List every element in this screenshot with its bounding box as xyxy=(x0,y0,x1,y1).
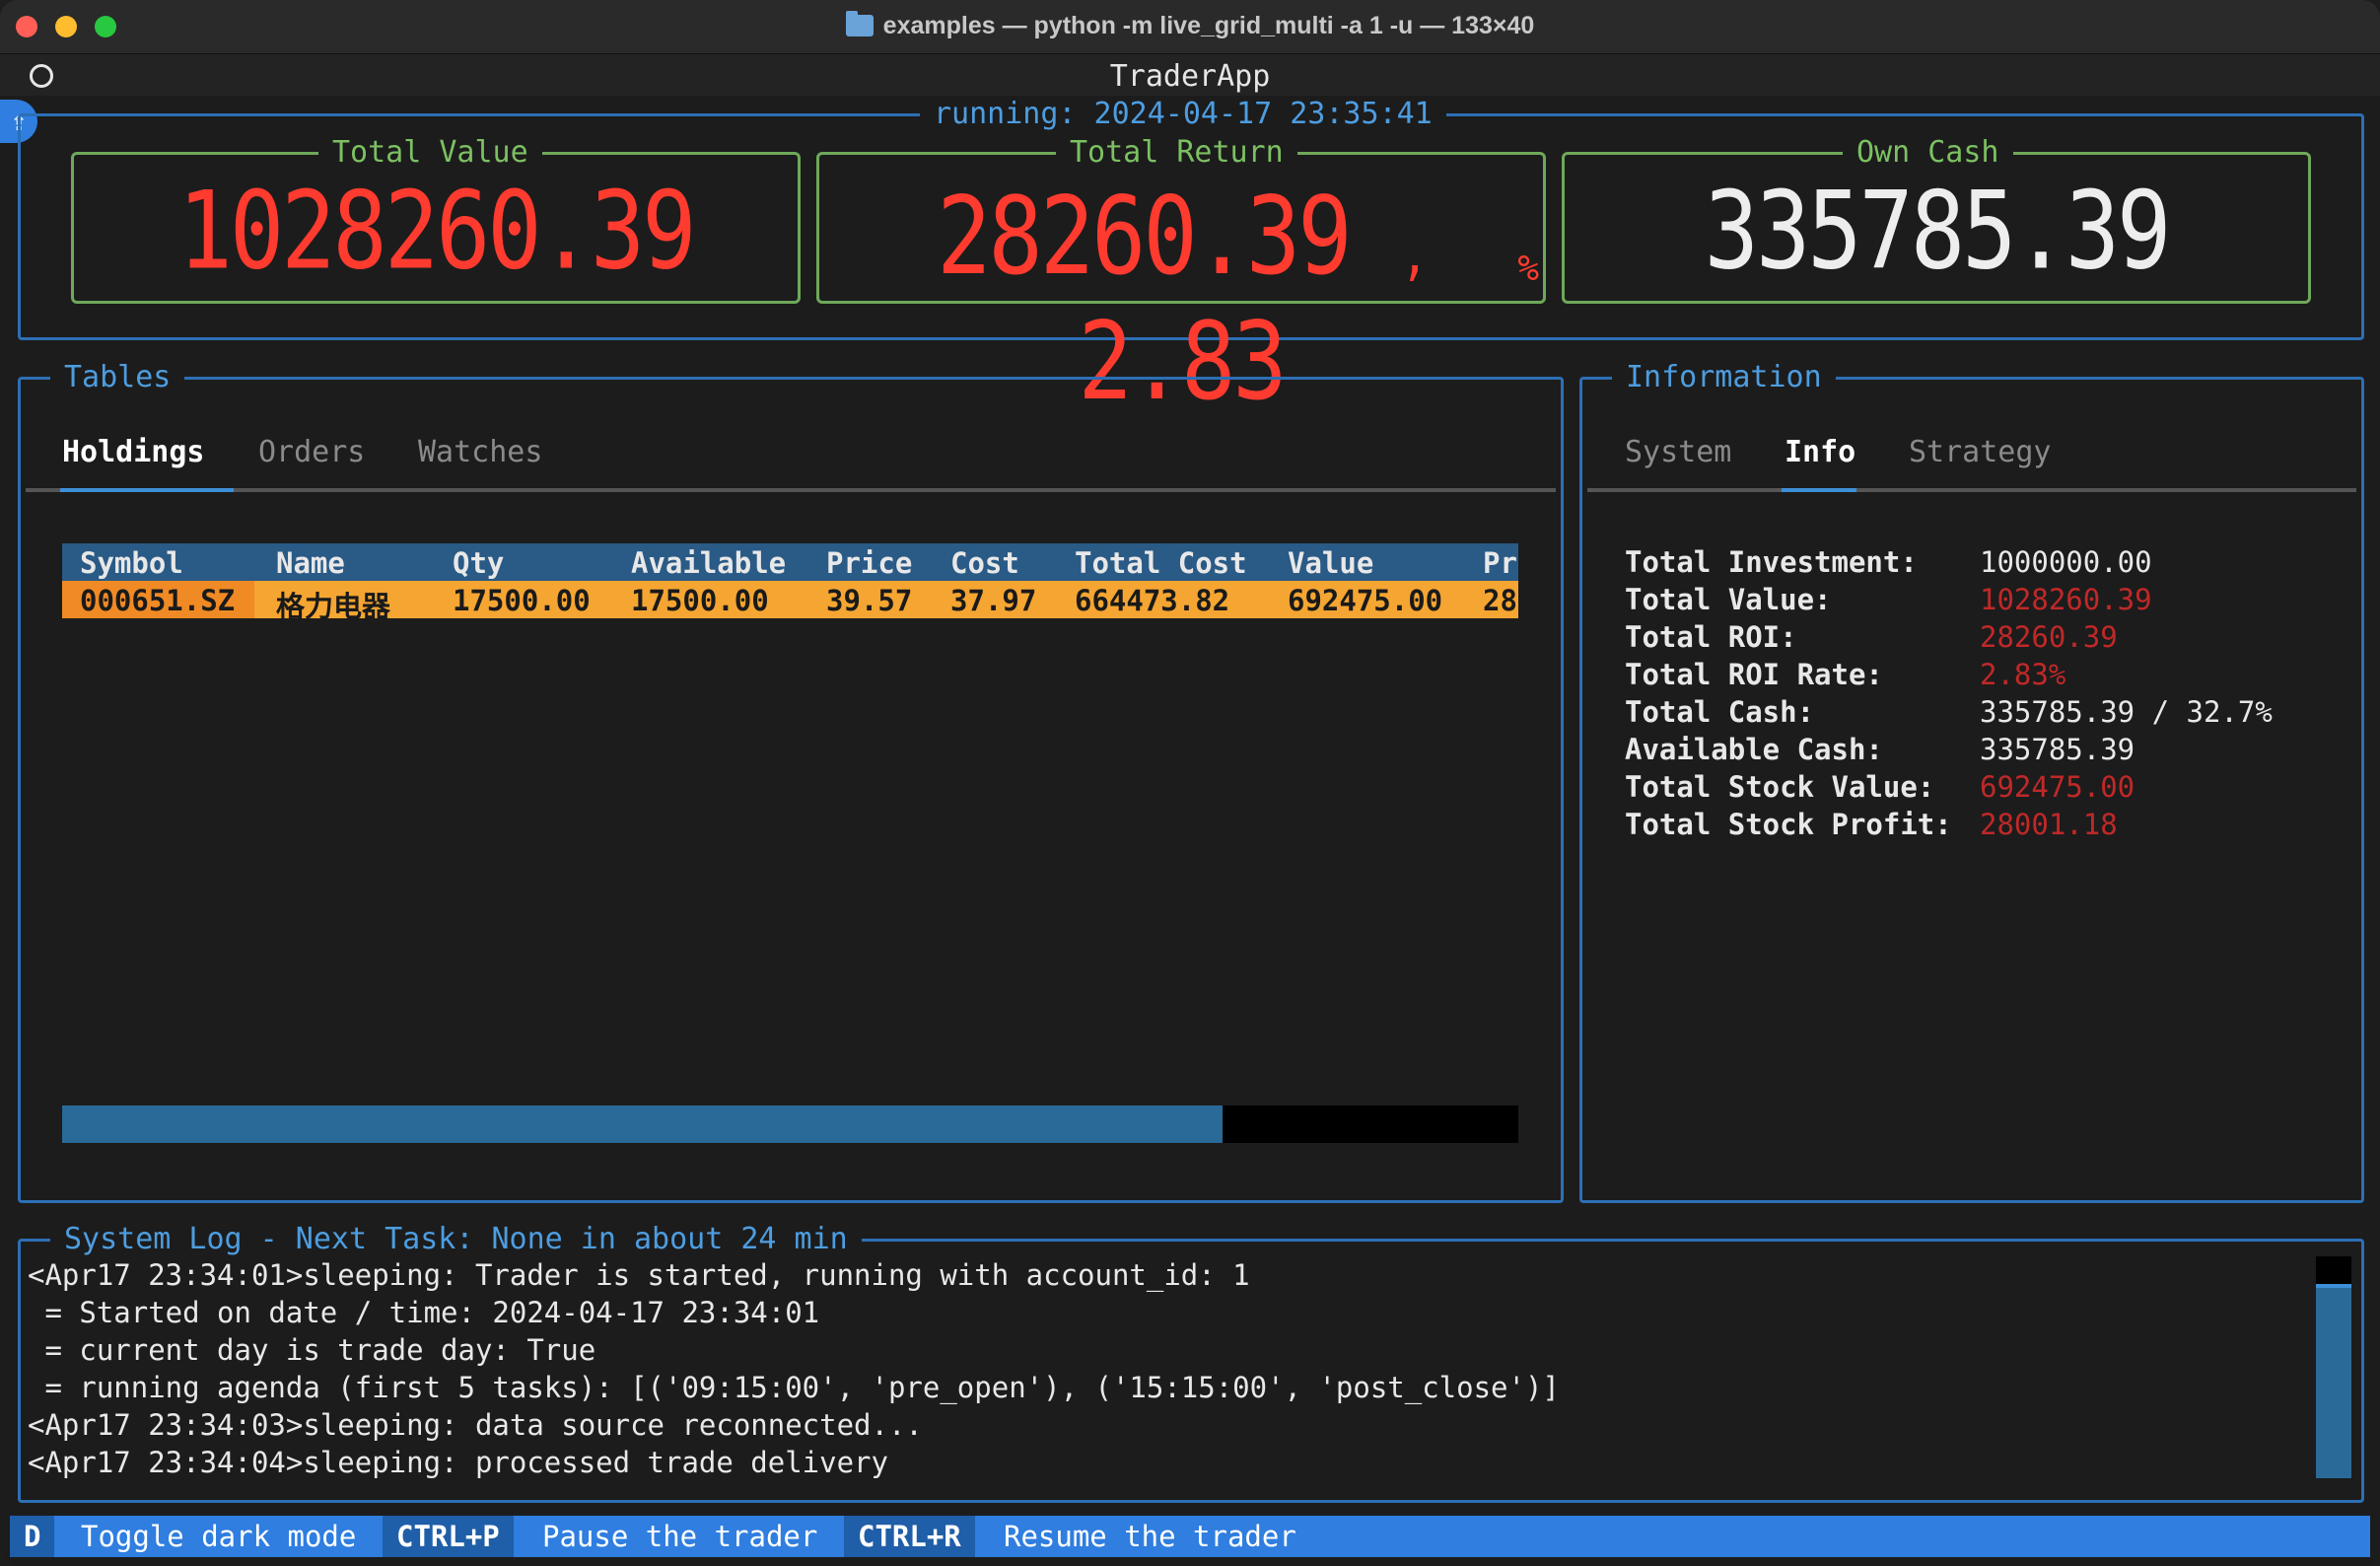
holdings-table[interactable]: Symbol Name Qty Available Price Cost Tot… xyxy=(62,543,1518,618)
total-return-card: Total Return 28260.39 , 2.83 % xyxy=(816,135,1546,424)
log-line: <Apr17 23:34:01>sleeping: Trader is star… xyxy=(28,1258,1250,1292)
key-ctrl-p[interactable]: CTRL+P xyxy=(383,1516,514,1557)
percent-sign: % xyxy=(1517,249,1539,289)
info-item: Total Stock Value: 692475.00 xyxy=(1625,770,2135,804)
tab-strategy[interactable]: Strategy xyxy=(1909,435,2052,469)
info-item: Total Value: 1028260.39 xyxy=(1625,583,2152,616)
info-value: 28001.18 xyxy=(1980,808,2118,841)
info-value: 2.83% xyxy=(1980,658,2066,691)
tab-watches[interactable]: Watches xyxy=(418,435,542,469)
tables-title: Tables xyxy=(50,360,185,395)
cell-price: 39.57 xyxy=(826,584,913,617)
window-title: examples — python -m live_grid_multi -a … xyxy=(0,11,2380,40)
system-log-title: System Log - Next Task: None in about 24… xyxy=(50,1222,862,1257)
tab-info[interactable]: Info xyxy=(1785,435,1855,469)
log-scrollbar-thumb[interactable] xyxy=(2316,1284,2351,1478)
col-cost[interactable]: Cost xyxy=(950,546,1019,580)
info-label: Total Cash: xyxy=(1625,695,1815,729)
cell-total-cost: 664473.82 xyxy=(1075,584,1230,617)
col-name[interactable]: Name xyxy=(276,546,345,580)
log-line: = running agenda (first 5 tasks): [('09:… xyxy=(28,1371,1560,1404)
info-label: Total ROI: xyxy=(1625,620,1797,654)
terminal-window: examples — python -m live_grid_multi -a … xyxy=(0,0,2380,1566)
col-price[interactable]: Price xyxy=(826,546,912,580)
cell-cost: 37.97 xyxy=(950,584,1037,617)
info-item: Total Cash: 335785.39 / 32.7% xyxy=(1625,695,2273,729)
total-value-card: Total Value 1028260.39 xyxy=(71,135,801,304)
running-status: running: 2024-04-17 23:35:41 xyxy=(920,97,1446,132)
scrollbar-thumb[interactable] xyxy=(62,1105,1223,1143)
information-title: Information xyxy=(1612,360,1836,395)
total-return-separator: , xyxy=(1400,223,1429,288)
col-total-cost[interactable]: Total Cost xyxy=(1075,546,1247,580)
info-value: 1000000.00 xyxy=(1980,545,2152,579)
info-label: Total Stock Profit: xyxy=(1625,808,1952,841)
window-title-text: examples — python -m live_grid_multi -a … xyxy=(882,12,1535,39)
cell-pr: 28 xyxy=(1483,584,1517,617)
table-header-row: Symbol Name Qty Available Price Cost Tot… xyxy=(62,543,1518,581)
info-item: Available Cash: 335785.39 xyxy=(1625,733,2135,766)
info-value: 335785.39 / 32.7% xyxy=(1980,695,2273,729)
col-qty[interactable]: Qty xyxy=(453,546,504,580)
log-line: = current day is trade day: True xyxy=(28,1333,596,1367)
table-horizontal-scrollbar[interactable] xyxy=(62,1105,1518,1143)
key-ctrl-r[interactable]: CTRL+R xyxy=(844,1516,975,1557)
app-header: TraderApp xyxy=(0,54,2380,96)
log-line: = Started on date / time: 2024-04-17 23:… xyxy=(28,1296,820,1329)
info-label: Total ROI Rate: xyxy=(1625,658,1883,691)
own-cash-card: Own Cash 335785.39 xyxy=(1562,135,2311,304)
resume-trader-button[interactable]: Resume the trader xyxy=(1004,1516,1296,1557)
info-value: 1028260.39 xyxy=(1980,583,2152,616)
pause-trader-button[interactable]: Pause the trader xyxy=(542,1516,817,1557)
info-value: 28260.39 xyxy=(1980,620,2118,654)
info-item: Total ROI: 28260.39 xyxy=(1625,620,2118,654)
app-title: TraderApp xyxy=(1109,59,1271,94)
information-tab-underline xyxy=(1587,488,2356,492)
cell-available: 17500.00 xyxy=(631,584,769,617)
col-pr[interactable]: Pr xyxy=(1483,546,1517,580)
cell-qty: 17500.00 xyxy=(453,584,591,617)
table-row[interactable]: 000651.SZ 格力电器 17500.00 17500.00 39.57 3… xyxy=(62,581,1518,618)
tab-orders[interactable]: Orders xyxy=(258,435,365,469)
footer-bindings: D Toggle dark mode CTRL+P Pause the trad… xyxy=(10,1516,2370,1557)
tab-system[interactable]: System xyxy=(1625,435,1731,469)
tab-holdings[interactable]: Holdings xyxy=(62,435,205,469)
window-titlebar: examples — python -m live_grid_multi -a … xyxy=(0,0,2380,54)
tables-panel: Tables xyxy=(18,360,1564,1203)
total-value-label: Total Value xyxy=(318,135,542,171)
toggle-dark-mode-button[interactable]: Toggle dark mode xyxy=(81,1516,356,1557)
cell-symbol: 000651.SZ xyxy=(80,584,236,617)
cell-value: 692475.00 xyxy=(1288,584,1443,617)
folder-icon xyxy=(845,11,874,36)
col-value[interactable]: Value xyxy=(1288,546,1373,580)
info-label: Total Investment: xyxy=(1625,545,1918,579)
info-label: Available Cash: xyxy=(1625,733,1883,766)
own-cash-figure: 335785.39 xyxy=(1704,168,2172,294)
col-symbol[interactable]: Symbol xyxy=(80,546,183,580)
key-d[interactable]: D xyxy=(10,1516,55,1557)
total-value-figure: 1028260.39 xyxy=(177,168,697,294)
log-line: <Apr17 23:34:04>sleeping: processed trad… xyxy=(28,1446,888,1479)
cell-name: 格力电器 xyxy=(276,590,391,618)
log-vertical-scrollbar[interactable] xyxy=(2316,1256,2351,1478)
info-value: 692475.00 xyxy=(1980,770,2135,804)
own-cash-label: Own Cash xyxy=(1843,135,2013,171)
info-label: Total Value: xyxy=(1625,583,1832,616)
tables-tab-underline xyxy=(26,488,1556,492)
info-item: Total ROI Rate: 2.83% xyxy=(1625,658,2065,691)
total-return-amount: 28260.39 xyxy=(937,174,1352,299)
info-value: 335785.39 xyxy=(1980,733,2135,766)
col-available[interactable]: Available xyxy=(631,546,786,580)
info-label: Total Stock Value: xyxy=(1625,770,1935,804)
log-line: <Apr17 23:34:03>sleeping: data source re… xyxy=(28,1408,923,1442)
info-item: Total Stock Profit: 28001.18 xyxy=(1625,808,2118,841)
info-item: Total Investment: 1000000.00 xyxy=(1625,545,2152,579)
